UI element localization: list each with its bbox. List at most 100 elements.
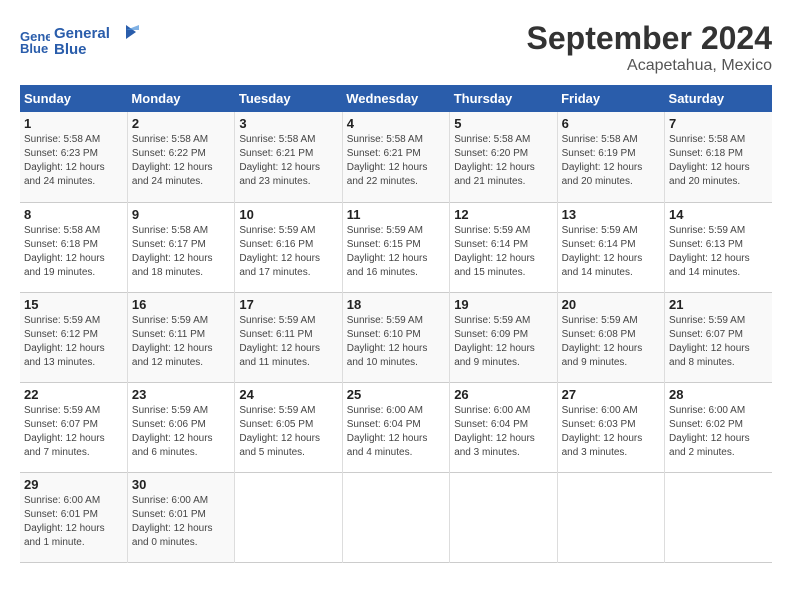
calendar-cell [557, 472, 664, 562]
calendar-cell: 25 Sunrise: 6:00 AM Sunset: 6:04 PM Dayli… [342, 382, 449, 472]
calendar-cell: 29 Sunrise: 6:00 AM Sunset: 6:01 PM Dayli… [20, 472, 127, 562]
calendar-cell: 20 Sunrise: 5:59 AM Sunset: 6:08 PM Dayli… [557, 292, 664, 382]
calendar-cell: 19 Sunrise: 5:59 AM Sunset: 6:09 PM Dayli… [450, 292, 557, 382]
day-number: 19 [454, 297, 552, 312]
calendar-cell: 7Sunrise: 5:58 AM Sunset: 6:18 PM Daylig… [665, 112, 772, 202]
calendar-cell: 6 Sunrise: 5:58 AM Sunset: 6:19 PM Daylig… [557, 112, 664, 202]
calendar-cell: 9 Sunrise: 5:58 AM Sunset: 6:17 PM Daylig… [127, 202, 234, 292]
day-info: Sunrise: 5:59 AM Sunset: 6:11 PM Dayligh… [132, 314, 230, 370]
calendar-cell: 18 Sunrise: 5:59 AM Sunset: 6:10 PM Dayli… [342, 292, 449, 382]
day-info: Sunrise: 5:58 AM Sunset: 6:20 PM Dayligh… [454, 133, 552, 189]
header-day-monday: Monday [127, 85, 234, 112]
calendar-cell: 26 Sunrise: 6:00 AM Sunset: 6:04 PM Dayli… [450, 382, 557, 472]
header-day-wednesday: Wednesday [342, 85, 449, 112]
day-number: 11 [347, 207, 445, 222]
day-number: 5 [454, 116, 552, 131]
svg-text:Blue: Blue [54, 41, 87, 58]
day-info: Sunrise: 5:58 AM Sunset: 6:21 PM Dayligh… [239, 133, 337, 189]
header-day-friday: Friday [557, 85, 664, 112]
header-day-thursday: Thursday [450, 85, 557, 112]
day-number: 4 [347, 116, 445, 131]
calendar-cell: 8Sunrise: 5:58 AM Sunset: 6:18 PM Daylig… [20, 202, 127, 292]
day-info: Sunrise: 6:00 AM Sunset: 6:03 PM Dayligh… [562, 404, 660, 460]
calendar-cell: 1 Sunrise: 5:58 AM Sunset: 6:23 PM Daylig… [20, 112, 127, 202]
day-number: 26 [454, 387, 552, 402]
day-number: 25 [347, 387, 445, 402]
day-info: Sunrise: 5:59 AM Sunset: 6:16 PM Dayligh… [239, 224, 337, 280]
calendar-cell: 23 Sunrise: 5:59 AM Sunset: 6:06 PM Dayli… [127, 382, 234, 472]
calendar-cell: 22Sunrise: 5:59 AM Sunset: 6:07 PM Dayli… [20, 382, 127, 472]
calendar-cell: 3 Sunrise: 5:58 AM Sunset: 6:21 PM Daylig… [235, 112, 342, 202]
day-info: Sunrise: 5:59 AM Sunset: 6:14 PM Dayligh… [562, 224, 660, 280]
day-info: Sunrise: 5:59 AM Sunset: 6:13 PM Dayligh… [669, 224, 768, 280]
day-number: 16 [132, 297, 230, 312]
day-info: Sunrise: 5:59 AM Sunset: 6:09 PM Dayligh… [454, 314, 552, 370]
calendar-cell: 28 Sunrise: 6:00 AM Sunset: 6:02 PM Dayli… [665, 382, 772, 472]
day-info: Sunrise: 5:58 AM Sunset: 6:21 PM Dayligh… [347, 133, 445, 189]
day-info: Sunrise: 5:58 AM Sunset: 6:19 PM Dayligh… [562, 133, 660, 189]
day-number: 30 [132, 477, 230, 492]
calendar-cell: 13 Sunrise: 5:59 AM Sunset: 6:14 PM Dayli… [557, 202, 664, 292]
day-number: 29 [24, 477, 123, 492]
day-number: 1 [24, 116, 123, 131]
calendar-cell: 30 Sunrise: 6:00 AM Sunset: 6:01 PM Dayli… [127, 472, 234, 562]
day-info: Sunrise: 5:58 AM Sunset: 6:22 PM Dayligh… [132, 133, 230, 189]
day-number: 12 [454, 207, 552, 222]
month-title: September 2024 [527, 20, 772, 57]
calendar-cell: 24Sunrise: 5:59 AM Sunset: 6:05 PM Dayli… [235, 382, 342, 472]
day-info: Sunrise: 5:59 AM Sunset: 6:07 PM Dayligh… [669, 314, 768, 370]
title-block: September 2024 Acapetahua, Mexico [527, 20, 772, 75]
calendar-cell: 16 Sunrise: 5:59 AM Sunset: 6:11 PM Dayli… [127, 292, 234, 382]
day-info: Sunrise: 5:59 AM Sunset: 6:07 PM Dayligh… [24, 404, 123, 460]
calendar-cell: 11 Sunrise: 5:59 AM Sunset: 6:15 PM Dayli… [342, 202, 449, 292]
day-number: 8 [24, 207, 123, 222]
day-number: 7 [669, 116, 768, 131]
calendar-cell [665, 472, 772, 562]
day-info: Sunrise: 5:59 AM Sunset: 6:15 PM Dayligh… [347, 224, 445, 280]
day-info: Sunrise: 5:59 AM Sunset: 6:12 PM Dayligh… [24, 314, 123, 370]
day-number: 24 [239, 387, 337, 402]
calendar-cell: 10 Sunrise: 5:59 AM Sunset: 6:16 PM Dayli… [235, 202, 342, 292]
calendar-cell [450, 472, 557, 562]
day-number: 18 [347, 297, 445, 312]
day-info: Sunrise: 6:00 AM Sunset: 6:01 PM Dayligh… [24, 494, 123, 550]
day-info: Sunrise: 5:59 AM Sunset: 6:14 PM Dayligh… [454, 224, 552, 280]
day-number: 23 [132, 387, 230, 402]
day-info: Sunrise: 5:59 AM Sunset: 6:06 PM Dayligh… [132, 404, 230, 460]
day-info: Sunrise: 5:59 AM Sunset: 6:08 PM Dayligh… [562, 314, 660, 370]
calendar-cell [342, 472, 449, 562]
header-day-saturday: Saturday [665, 85, 772, 112]
day-info: Sunrise: 5:58 AM Sunset: 6:17 PM Dayligh… [132, 224, 230, 280]
svg-text:Blue: Blue [20, 41, 48, 55]
day-info: Sunrise: 5:58 AM Sunset: 6:23 PM Dayligh… [24, 133, 123, 189]
day-number: 2 [132, 116, 230, 131]
logo-icon: General Blue [20, 25, 50, 55]
day-number: 20 [562, 297, 660, 312]
day-number: 6 [562, 116, 660, 131]
calendar-cell: 12 Sunrise: 5:59 AM Sunset: 6:14 PM Dayli… [450, 202, 557, 292]
day-number: 28 [669, 387, 768, 402]
calendar-cell: 21Sunrise: 5:59 AM Sunset: 6:07 PM Dayli… [665, 292, 772, 382]
calendar-week-2: 8Sunrise: 5:58 AM Sunset: 6:18 PM Daylig… [20, 202, 772, 292]
calendar-cell [235, 472, 342, 562]
calendar-header-row: SundayMondayTuesdayWednesdayThursdayFrid… [20, 85, 772, 112]
day-number: 3 [239, 116, 337, 131]
day-info: Sunrise: 6:00 AM Sunset: 6:04 PM Dayligh… [347, 404, 445, 460]
calendar-cell: 2 Sunrise: 5:58 AM Sunset: 6:22 PM Daylig… [127, 112, 234, 202]
day-number: 17 [239, 297, 337, 312]
day-info: Sunrise: 5:59 AM Sunset: 6:10 PM Dayligh… [347, 314, 445, 370]
day-number: 13 [562, 207, 660, 222]
day-number: 9 [132, 207, 230, 222]
day-info: Sunrise: 6:00 AM Sunset: 6:04 PM Dayligh… [454, 404, 552, 460]
header-day-tuesday: Tuesday [235, 85, 342, 112]
calendar-week-5: 29 Sunrise: 6:00 AM Sunset: 6:01 PM Dayli… [20, 472, 772, 562]
calendar-cell: 27Sunrise: 6:00 AM Sunset: 6:03 PM Dayli… [557, 382, 664, 472]
day-info: Sunrise: 5:59 AM Sunset: 6:11 PM Dayligh… [239, 314, 337, 370]
logo-svg: General Blue [54, 20, 144, 60]
svg-text:General: General [54, 25, 110, 42]
location-title: Acapetahua, Mexico [527, 57, 772, 75]
day-info: Sunrise: 6:00 AM Sunset: 6:01 PM Dayligh… [132, 494, 230, 550]
day-info: Sunrise: 6:00 AM Sunset: 6:02 PM Dayligh… [669, 404, 768, 460]
day-number: 14 [669, 207, 768, 222]
day-number: 10 [239, 207, 337, 222]
